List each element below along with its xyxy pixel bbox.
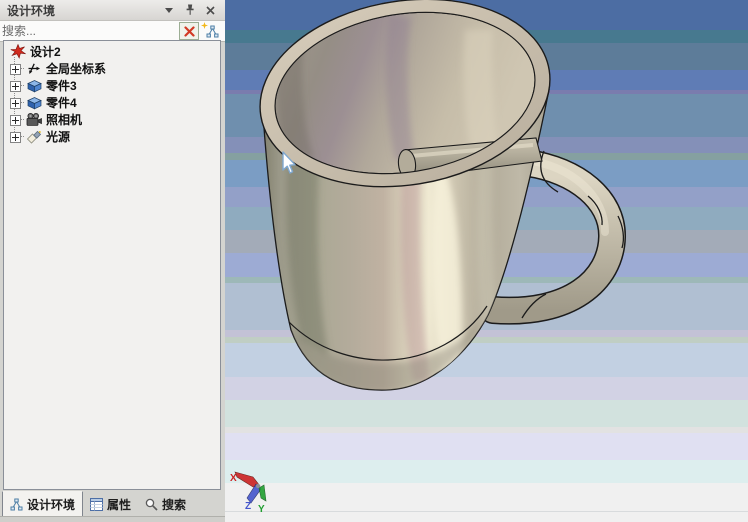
expand-plus-icon[interactable] bbox=[10, 98, 21, 109]
tree-item-design2[interactable]: 设计2 bbox=[4, 43, 220, 60]
panel-tab-row: 设计环境 属性 搜索 bbox=[0, 491, 225, 517]
mug-model[interactable] bbox=[246, 0, 626, 408]
camera-icon bbox=[25, 112, 43, 127]
design-tree-panel: 设计环境 搜索... 设计2 全局坐标系 零件3 零件4 照相机 光源 设计环境… bbox=[0, 0, 225, 522]
tree-item-label: 全局坐标系 bbox=[46, 62, 107, 76]
tree-children: 全局坐标系 零件3 零件4 照相机 光源 bbox=[4, 57, 220, 145]
expand-plus-icon[interactable] bbox=[10, 64, 21, 75]
tree-item-global-coordinate-system[interactable]: 全局坐标系 bbox=[4, 60, 220, 77]
pin-icon[interactable] bbox=[184, 4, 195, 16]
expand-plus-icon[interactable] bbox=[10, 81, 21, 92]
axis-y-arrow bbox=[258, 484, 267, 502]
coordinate-system-icon bbox=[25, 61, 43, 76]
search-in-tree-button[interactable] bbox=[201, 22, 223, 40]
tree-item-label: 零件4 bbox=[46, 96, 77, 110]
panel-window-controls bbox=[163, 4, 225, 16]
tab-label: 搜索 bbox=[162, 498, 187, 512]
axis-y-label: Y bbox=[258, 504, 265, 515]
tree-structure-icon bbox=[10, 498, 23, 510]
tree-structure-icon bbox=[206, 25, 219, 38]
tab-label: 属性 bbox=[107, 498, 132, 512]
panel-header: 设计环境 bbox=[0, 0, 225, 21]
axis-origin bbox=[255, 483, 261, 489]
tree-item-camera[interactable]: 照相机 bbox=[4, 111, 220, 128]
part-icon bbox=[25, 95, 43, 110]
tab-search[interactable]: 搜索 bbox=[138, 492, 193, 517]
tab-label: 设计环境 bbox=[27, 497, 76, 512]
expand-plus-icon[interactable] bbox=[10, 115, 21, 126]
search-bar bbox=[0, 21, 225, 42]
tree-item-label: 设计2 bbox=[30, 45, 61, 59]
axis-triad: X Z Y bbox=[230, 471, 267, 515]
tree-item-part4[interactable]: 零件4 bbox=[4, 94, 220, 111]
design-tree: 设计2 全局坐标系 零件3 零件4 照相机 光源 bbox=[3, 40, 221, 490]
viewport-3d[interactable]: X Z Y bbox=[225, 0, 748, 522]
part-icon bbox=[25, 78, 43, 93]
search-input[interactable] bbox=[2, 24, 179, 38]
design-root-icon bbox=[9, 44, 27, 59]
close-icon[interactable] bbox=[205, 5, 216, 16]
tree-item-part3[interactable]: 零件3 bbox=[4, 77, 220, 94]
clear-search-button[interactable] bbox=[179, 22, 199, 40]
tree-item-label: 零件3 bbox=[46, 79, 77, 93]
expand-plus-icon[interactable] bbox=[10, 132, 21, 143]
light-source-icon bbox=[25, 129, 43, 144]
axis-z-label: Z bbox=[245, 501, 251, 512]
tab-properties[interactable]: 属性 bbox=[83, 492, 138, 517]
chevron-down-icon[interactable] bbox=[163, 5, 174, 16]
tree-item-light-source[interactable]: 光源 bbox=[4, 128, 220, 145]
app-window: 设计环境 搜索... 设计2 全局坐标系 零件3 零件4 照相机 光源 设计环境… bbox=[0, 0, 748, 522]
tab-design-environment[interactable]: 设计环境 bbox=[2, 491, 84, 517]
red-x-icon bbox=[183, 25, 195, 37]
panel-title: 设计环境 bbox=[7, 3, 56, 18]
properties-icon bbox=[90, 498, 104, 511]
tree-item-label: 照相机 bbox=[46, 113, 83, 127]
panel-bottom-strip bbox=[0, 516, 225, 522]
magnifier-icon bbox=[145, 498, 158, 511]
tree-item-label: 光源 bbox=[46, 130, 71, 144]
